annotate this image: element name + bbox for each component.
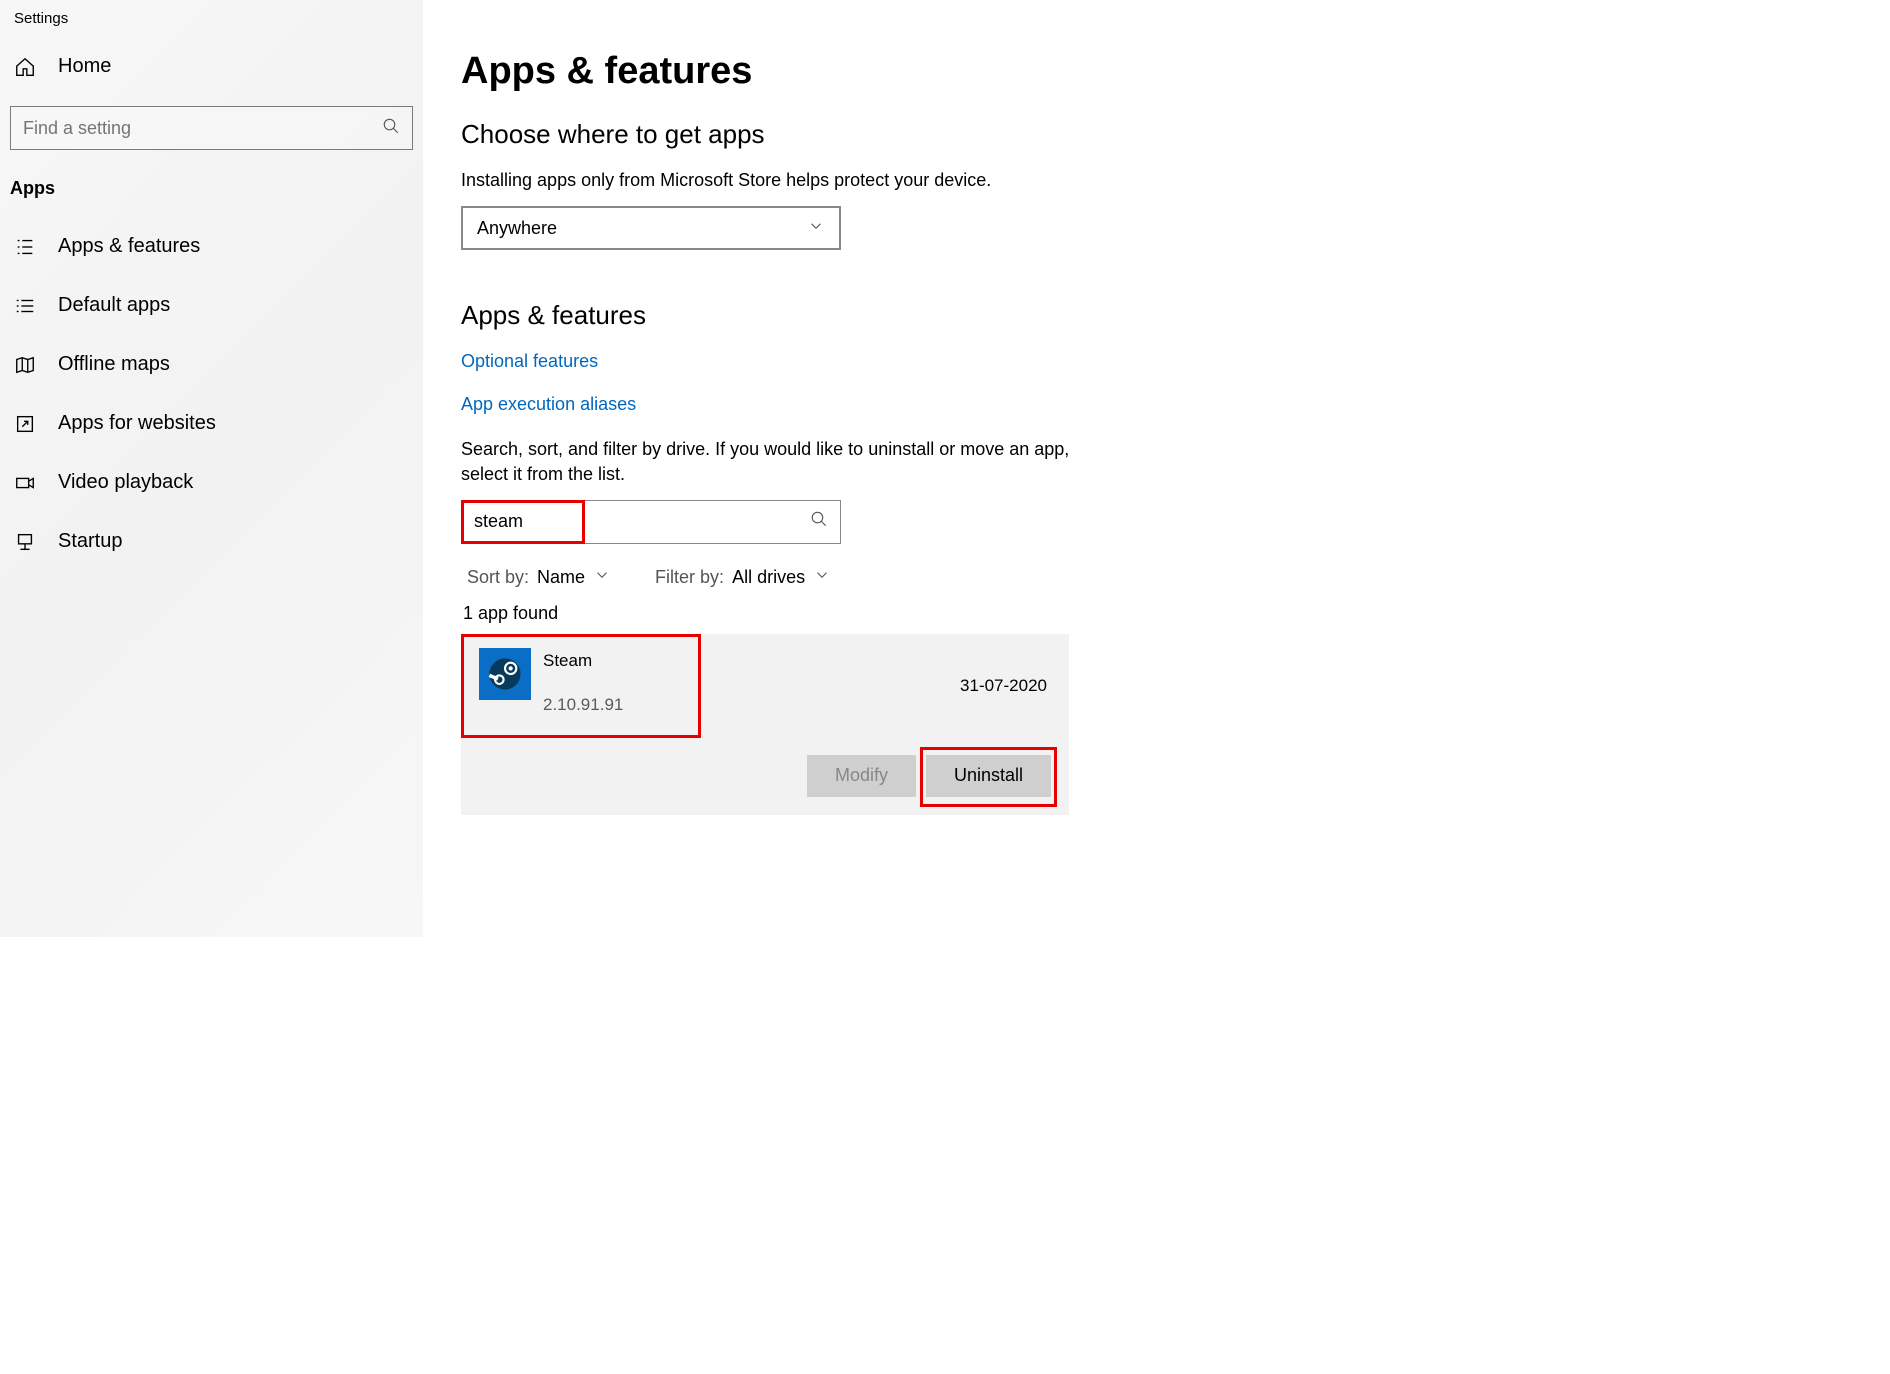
search-desc: Search, sort, and filter by drive. If yo… [461,437,1081,486]
sidebar-item-label: Apps for websites [58,412,216,435]
app-source-dropdown[interactable]: Anywhere [461,206,841,250]
sidebar: Settings Home Apps Apps & features Defa [0,0,423,937]
app-list-item[interactable]: Steam 2.10.91.91 31-07-2020 Modify Unins… [461,634,1069,815]
sort-by-dropdown[interactable]: Sort by: Name [467,566,611,589]
search-icon [382,117,400,140]
filter-label: Filter by: [655,567,724,588]
open-icon [14,413,36,435]
uninstall-button[interactable]: Uninstall [926,755,1051,797]
page-title: Apps & features [461,50,1240,93]
video-icon [14,472,36,494]
apps-features-subheading: Apps & features [461,300,1240,331]
optional-features-link[interactable]: Optional features [461,351,1240,372]
sidebar-item-label: Apps & features [58,235,200,258]
section-header-apps: Apps [0,172,423,217]
sidebar-item-apps-features[interactable]: Apps & features [0,217,423,276]
choose-desc: Installing apps only from Microsoft Stor… [461,168,1081,192]
app-source-value: Anywhere [477,218,557,239]
app-list-search-input[interactable] [462,501,840,543]
home-nav[interactable]: Home [0,45,423,88]
chevron-down-icon [593,566,611,589]
filter-by-dropdown[interactable]: Filter by: All drives [655,566,831,589]
window-title: Settings [0,0,423,45]
result-count: 1 app found [461,603,1240,634]
sidebar-item-offline-maps[interactable]: Offline maps [0,335,423,394]
settings-search[interactable] [10,106,413,150]
home-icon [14,56,36,78]
map-icon [14,354,36,376]
sidebar-item-label: Video playback [58,471,193,494]
choose-heading: Choose where to get apps [461,119,1240,150]
app-execution-aliases-link[interactable]: App execution aliases [461,394,1240,415]
steam-app-icon [479,648,531,700]
app-install-date: 31-07-2020 [960,676,1047,696]
sort-filter-bar: Sort by: Name Filter by: All drives [461,558,1240,603]
app-list-search[interactable] [461,500,841,544]
chevron-down-icon [813,566,831,589]
app-version: 2.10.91.91 [543,695,1051,715]
sidebar-item-label: Startup [58,530,122,553]
defaults-icon [14,295,36,317]
sidebar-item-startup[interactable]: Startup [0,512,423,571]
settings-search-input[interactable] [23,118,382,139]
sidebar-item-apps-for-websites[interactable]: Apps for websites [0,394,423,453]
chevron-down-icon [807,217,825,240]
sort-label: Sort by: [467,567,529,588]
app-name: Steam [543,651,1051,671]
filter-value: All drives [732,567,805,588]
sidebar-item-label: Default apps [58,294,170,317]
main-content: Apps & features Choose where to get apps… [423,0,1278,937]
sidebar-item-label: Offline maps [58,353,170,376]
home-label: Home [58,55,111,78]
modify-button: Modify [807,755,916,797]
sidebar-item-default-apps[interactable]: Default apps [0,276,423,335]
list-icon [14,236,36,258]
search-icon [810,510,828,533]
sort-value: Name [537,567,585,588]
sidebar-item-video-playback[interactable]: Video playback [0,453,423,512]
startup-icon [14,531,36,553]
